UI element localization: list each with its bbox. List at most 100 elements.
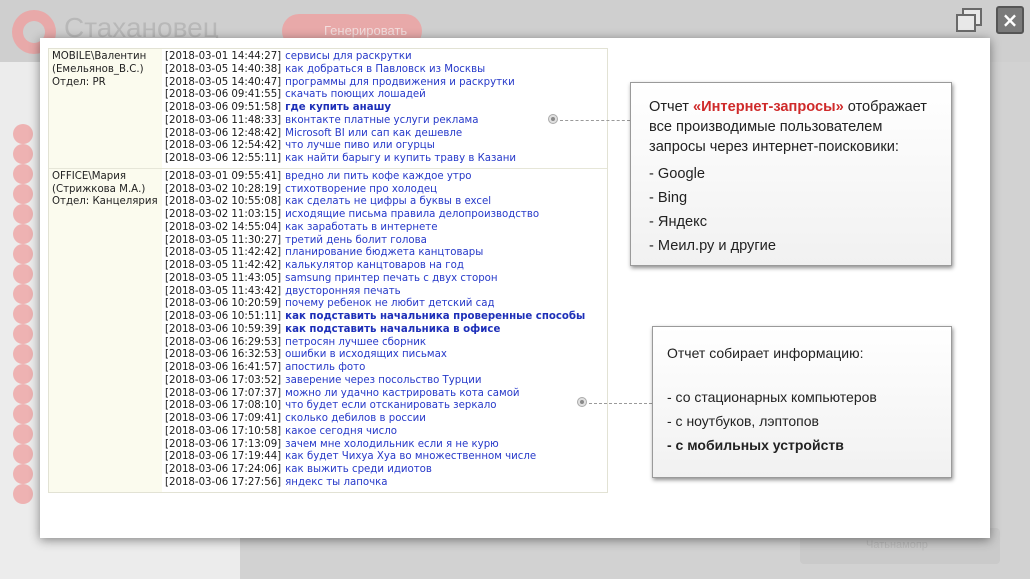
internet-requests-callout: Отчет «Интернет-запросы» отображает все …: [630, 82, 952, 266]
sources-list: - со стационарных компьютеров - с ноутбу…: [667, 385, 937, 457]
list-item: - с мобильных устройств: [667, 437, 844, 453]
table-row: [2018-03-06 17:13:09] зачем мне холодильн…: [165, 439, 607, 452]
user-login: OFFICE\Мария: [52, 170, 126, 182]
sidebar-item-icon[interactable]: [13, 304, 33, 324]
table-row: [2018-03-06 16:29:53] петросян лучшее сбо…: [165, 337, 607, 350]
sidebar-item-icon[interactable]: [13, 464, 33, 484]
timestamp: [2018-03-02 10:55:08]: [165, 196, 282, 208]
user-block: OFFICE\Мария (Стрижкова М.А.) Отдел: Канце…: [49, 168, 607, 492]
search-query-link[interactable]: как сделать не цифры а буквы в excel: [285, 196, 491, 209]
search-query-link[interactable]: как найти барыгу и купить траву в Казани: [285, 153, 516, 166]
timestamp: [2018-03-06 09:41:55]: [165, 89, 282, 101]
sidebar-item-icon[interactable]: [13, 264, 33, 284]
timestamp: [2018-03-06 17:07:37]: [165, 387, 282, 399]
search-query-link[interactable]: как выжить среди идиотов: [285, 464, 432, 477]
sidebar-item-icon[interactable]: [13, 424, 33, 444]
timestamp: [2018-03-06 09:51:58]: [165, 102, 282, 113]
search-query-link[interactable]: яндекс ты лапочка: [285, 477, 387, 490]
timestamp: [2018-03-06 10:20:59]: [165, 298, 282, 310]
sidebar-item-icon[interactable]: [13, 204, 33, 224]
table-row: [2018-03-06 17:24:06] как выжить среди ид…: [165, 464, 607, 477]
search-query-link[interactable]: почему ребенок не любит детский сад: [285, 298, 494, 311]
timestamp: [2018-03-02 10:28:19]: [165, 183, 282, 195]
search-query-link[interactable]: стихотворение про холодец: [285, 184, 437, 197]
sidebar-item-icon[interactable]: [13, 344, 33, 364]
connector-dot-icon: [549, 115, 557, 123]
search-query-link[interactable]: можно ли удачно кастрировать кота самой: [285, 388, 519, 401]
search-query-link[interactable]: вредно ли пить кофе каждое утро: [285, 171, 471, 184]
connector-dot-icon: [578, 398, 586, 406]
callout-intro: Отчет собирает информацию:: [667, 345, 864, 361]
sidebar-item-icon[interactable]: [13, 444, 33, 464]
sidebar-item-icon[interactable]: [13, 224, 33, 244]
restore-icon[interactable]: [956, 6, 984, 34]
table-row: [2018-03-06 10:20:59] почему ребенок не л…: [165, 298, 607, 311]
table-row: [2018-03-06 10:59:39] как подставить нача…: [165, 324, 607, 337]
search-query-link[interactable]: сколько дебилов в россии: [285, 413, 426, 426]
search-query-link[interactable]: Microsoft BI или сап как дешевле: [285, 128, 462, 141]
timestamp: [2018-03-05 11:43:05]: [165, 272, 282, 284]
close-icon[interactable]: ×: [996, 6, 1024, 34]
sidebar-item-icon[interactable]: [13, 364, 33, 384]
sidebar-item-icon[interactable]: [13, 404, 33, 424]
data-sources-callout: Отчет собирает информацию: - со стациона…: [652, 326, 952, 478]
sidebar-item-icon[interactable]: [13, 324, 33, 344]
search-query-link[interactable]: зачем мне холодильник если я не курю: [285, 439, 499, 452]
search-query-link[interactable]: заверение через посольство Турции: [285, 375, 481, 388]
search-query-link[interactable]: как будет Чихуа Хуа во множественном чис…: [285, 451, 536, 464]
sidebar-item-icon[interactable]: [13, 384, 33, 404]
table-row: [2018-03-02 10:28:19] стихотворение про х…: [165, 184, 607, 197]
table-row: [2018-03-06 09:41:55] скачать поющих лоша…: [165, 89, 607, 102]
sidebar-item-icon[interactable]: [13, 244, 33, 264]
sidebar-item-icon[interactable]: [13, 184, 33, 204]
search-query-link[interactable]: какое сегодня число: [285, 426, 397, 439]
timestamp: [2018-03-05 14:40:47]: [165, 76, 282, 88]
sidebar-item-icon[interactable]: [13, 124, 33, 144]
table-row: [2018-03-05 14:40:38] как добраться в Пав…: [165, 64, 607, 77]
timestamp: [2018-03-06 17:24:06]: [165, 464, 282, 475]
user-full-name: (Емельянов_В.С.): [52, 63, 144, 75]
search-query-link[interactable]: апостиль фото: [285, 362, 365, 375]
search-query-link[interactable]: программы для продвижения и раскрутки: [285, 77, 515, 90]
table-row: [2018-03-06 09:51:58] где купить анашу: [165, 102, 607, 115]
search-query-link[interactable]: сервисы для раскрутки: [285, 51, 411, 64]
table-row: [2018-03-06 12:55:11] как найти барыгу и …: [165, 153, 607, 166]
sidebar-item-icon[interactable]: [13, 484, 33, 504]
user-block: MOBILE\Валентин (Емельянов_В.С.) Отдел: PR…: [49, 49, 607, 169]
timestamp: [2018-03-06 16:32:53]: [165, 349, 282, 361]
table-row: [2018-03-06 16:32:53] ошибки в исходящих …: [165, 349, 607, 362]
callout-text: Отчет «Интернет-запросы» отображает все …: [649, 97, 933, 157]
search-query-link[interactable]: ошибки в исходящих письмах: [285, 349, 447, 362]
search-query-link[interactable]: вконтакте платные услуги реклама: [285, 115, 478, 128]
search-query-link[interactable]: как заработать в интернете: [285, 222, 437, 235]
search-query-link[interactable]: что лучше пиво или огурцы: [285, 140, 435, 153]
search-query-link[interactable]: samsung принтер печать с двух сторон: [285, 273, 497, 286]
search-query-link[interactable]: как подставить начальника в офисе: [285, 324, 500, 337]
sidebar-item-icon[interactable]: [13, 284, 33, 304]
table-row: [2018-03-05 11:43:42] двусторонняя печать: [165, 286, 607, 299]
timestamp: [2018-03-06 10:51:11]: [165, 311, 282, 322]
search-query-link[interactable]: исходящие письма правила делопроизводств…: [285, 209, 539, 222]
timestamp: [2018-03-06 17:09:41]: [165, 413, 282, 424]
sidebar-item-icon[interactable]: [13, 144, 33, 164]
search-query-link[interactable]: двусторонняя печать: [285, 286, 401, 299]
timestamp: [2018-03-02 14:55:04]: [165, 221, 282, 233]
timestamp: [2018-03-06 16:41:57]: [165, 362, 282, 373]
search-query-link[interactable]: что будет если отсканировать зеркало: [285, 400, 496, 413]
timestamp: [2018-03-05 11:42:42]: [165, 260, 282, 271]
timestamp: [2018-03-06 17:03:52]: [165, 374, 282, 386]
search-query-link[interactable]: петросян лучшее сборник: [285, 337, 426, 350]
timestamp: [2018-03-06 17:10:58]: [165, 425, 282, 437]
user-full-name: (Стрижкова М.А.): [52, 183, 146, 195]
search-query-link[interactable]: где купить анашу: [285, 102, 391, 115]
search-query-link[interactable]: третий день болит голова: [285, 235, 427, 248]
sidebar-item-icon[interactable]: [13, 164, 33, 184]
table-row: [2018-03-02 11:03:15] исходящие письма пр…: [165, 209, 607, 222]
user-department: Отдел: Канцелярия: [52, 196, 158, 208]
search-query-link[interactable]: как подставить начальника проверенные сп…: [285, 311, 585, 324]
search-query-link[interactable]: планирование бюджета канцтовары: [285, 247, 483, 260]
search-query-link[interactable]: калькулятор канцтоваров на год: [285, 260, 464, 273]
search-query-link[interactable]: скачать поющих лошадей: [285, 89, 426, 102]
search-query-link[interactable]: как добраться в Павловск из Москвы: [285, 64, 485, 77]
table-row: [2018-03-06 10:51:11] как подставить нача…: [165, 311, 607, 324]
